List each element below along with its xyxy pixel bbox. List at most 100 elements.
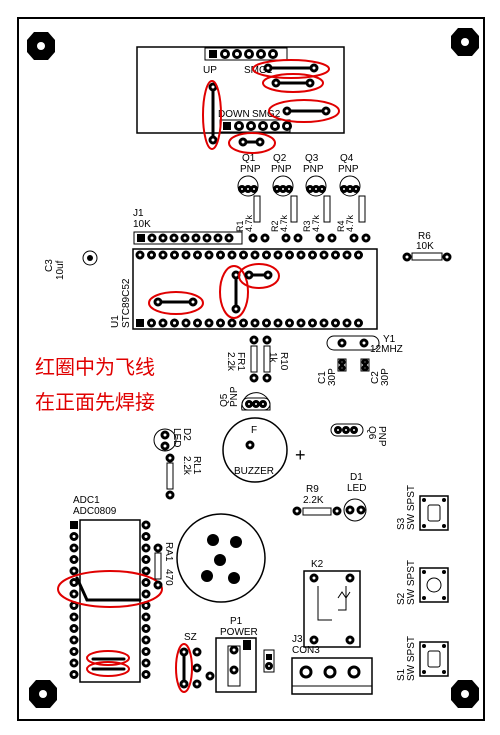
mcu-pin-pad xyxy=(147,318,156,328)
j1-name: J1 xyxy=(133,208,144,219)
d1-type: LED xyxy=(347,483,366,494)
adc-pin-pad xyxy=(141,589,151,599)
mcu-pin-pad xyxy=(181,318,191,328)
svg-text:4.7k: 4.7k xyxy=(345,214,355,232)
s1-type: SW SPST xyxy=(406,636,417,681)
mcu-pin-pad xyxy=(296,250,306,260)
note-line-1: 红圈中为飞线 xyxy=(35,355,155,379)
r10-value: 1k xyxy=(267,352,278,364)
adc-pin-pad xyxy=(69,658,79,668)
ra1-name: RA1 xyxy=(163,542,174,562)
mcu-pin-pad xyxy=(147,250,156,260)
svg-text:Q2: Q2 xyxy=(273,153,287,164)
mcu-pin-pad xyxy=(170,250,179,260)
mcu-pin-pad xyxy=(331,250,340,260)
mcu-pin-pad xyxy=(193,318,202,328)
svg-text:4.7k: 4.7k xyxy=(279,214,289,232)
adc-pin-pad xyxy=(69,555,79,564)
mcu-pin-pad xyxy=(262,250,271,260)
mcu-pin-pad xyxy=(239,250,248,260)
svg-text:BUZZER: BUZZER xyxy=(234,466,274,477)
r9-name: R9 xyxy=(306,484,319,495)
mcu-pin-pad xyxy=(216,250,225,260)
mcu-pin-pad xyxy=(158,318,168,328)
d1-name: D1 xyxy=(350,472,363,483)
c3-name: C3 xyxy=(44,259,55,272)
adc-pin-pad xyxy=(141,612,151,622)
s3-type: SW SPST xyxy=(406,485,417,530)
mcu-pin-pad xyxy=(204,250,214,260)
j1-value: 10K xyxy=(133,219,151,230)
svg-text:PNP: PNP xyxy=(338,164,359,175)
d2-type: LED xyxy=(171,428,182,447)
mcu-pin-pad xyxy=(319,318,329,328)
adc-pin-pad xyxy=(141,647,151,656)
c3-value: 10uf xyxy=(55,260,66,280)
r9-value: 2.2K xyxy=(303,495,324,506)
mcu-pin-pad xyxy=(319,250,329,260)
adc-pin-pad xyxy=(141,555,151,564)
mcu-pin-pad xyxy=(308,318,317,328)
mcu-pin-pad xyxy=(170,318,179,328)
note-line-2: 在正面先焊接 xyxy=(35,390,155,414)
q5-type: PNP xyxy=(229,386,240,407)
u1-part: STC89C52 xyxy=(121,278,132,328)
k2-name: K2 xyxy=(311,559,324,570)
adc-pin-pad xyxy=(69,635,79,645)
adc1-part: ADC0809 xyxy=(73,506,117,517)
adc-pin-pad xyxy=(141,566,151,576)
svg-text:Q1: Q1 xyxy=(242,153,256,164)
p1-name: P1 xyxy=(230,616,243,627)
svg-text:Q4: Q4 xyxy=(340,153,354,164)
q6-type: PNP xyxy=(376,426,387,447)
p1-label: POWER xyxy=(220,627,258,638)
mcu-pin-pad xyxy=(273,250,283,260)
mcu-pin-pad xyxy=(227,318,237,328)
rl1-value: 2.2k xyxy=(181,456,192,476)
mcu-pin-pad xyxy=(331,318,340,328)
header-down-label: DOWN xyxy=(218,109,250,120)
adc-pin-pad xyxy=(69,566,79,576)
mounting-hole-top-right xyxy=(451,28,479,56)
adc-pin-pad xyxy=(69,612,79,622)
mounting-hole-bottom-right xyxy=(451,680,479,708)
u1-name: U1 xyxy=(110,315,121,328)
svg-text:F: F xyxy=(251,425,257,436)
ra1-value: 470 xyxy=(163,569,174,586)
adc-pin-pad xyxy=(141,658,151,668)
mounting-hole-top-left xyxy=(27,32,55,60)
j3-name: J3 xyxy=(292,634,303,645)
adc-pin-pad xyxy=(69,578,79,587)
mcu-pin-pad xyxy=(273,318,283,328)
mcu-pin-pad xyxy=(354,318,363,328)
svg-text:PNP: PNP xyxy=(240,164,261,175)
q6-name: Q6 xyxy=(366,426,377,440)
mcu-pin-pad xyxy=(262,318,271,328)
svg-text:4.7k: 4.7k xyxy=(244,214,254,232)
adc-pin-pad xyxy=(141,543,151,553)
mcu-pin-pad xyxy=(227,250,237,260)
mcu-pin-pad xyxy=(193,250,202,260)
c2-value: 30P xyxy=(380,368,391,386)
mcu-pin-pad xyxy=(181,250,191,260)
header-up-label: UP xyxy=(203,65,217,76)
svg-text:PNP: PNP xyxy=(303,164,324,175)
mcu-pin-pad xyxy=(239,318,248,328)
mounting-hole-bottom-left xyxy=(29,680,57,708)
svg-text:4.7k: 4.7k xyxy=(311,214,321,232)
s2-type: SW SPST xyxy=(406,560,417,605)
adc-pin-pad xyxy=(69,532,79,541)
mcu-pin-pad xyxy=(308,250,317,260)
adc-pin-pad xyxy=(141,635,151,645)
adc1-name: ADC1 xyxy=(73,495,100,506)
adc-pin-pad xyxy=(69,670,79,679)
adc-pin-pad xyxy=(141,520,151,530)
mcu-pin-pad xyxy=(250,318,260,328)
r6-value: 10K xyxy=(416,241,434,252)
adc-pin-pad xyxy=(141,670,151,679)
c1-value: 30P xyxy=(327,368,338,386)
mcu-pin-pad xyxy=(250,250,260,260)
adc-pin-pad xyxy=(141,624,151,633)
buzzer-plus: + xyxy=(295,445,306,465)
sz-name: SZ xyxy=(184,632,197,643)
